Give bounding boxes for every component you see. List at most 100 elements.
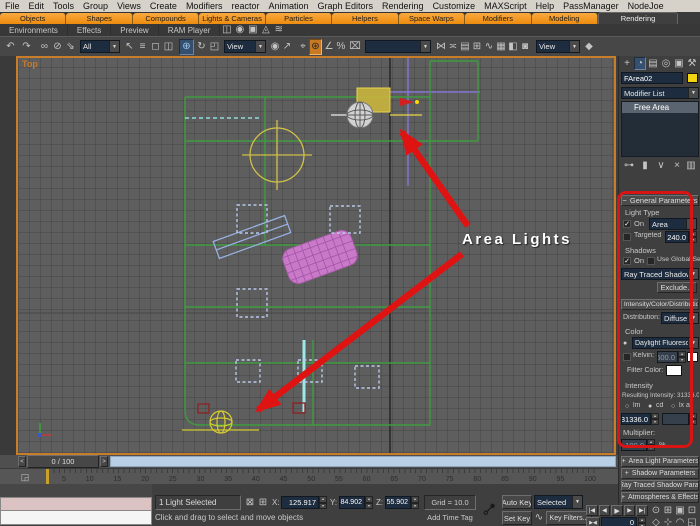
- key-filters-curve-icon[interactable]: ∿: [534, 511, 544, 525]
- z-coordinate-field[interactable]: 55.902: [385, 496, 411, 509]
- lx-distance-spinner[interactable]: ▴ ▾: [689, 413, 697, 425]
- kelvin-spinner[interactable]: ▴ ▾: [678, 351, 686, 363]
- dropdown-arrow-icon[interactable]: ▼: [255, 41, 265, 52]
- use-pivot-center-icon[interactable]: ◉: [269, 39, 281, 54]
- show-end-result-icon[interactable]: ▮: [639, 160, 651, 172]
- tab-hierarchy-icon[interactable]: ▤: [647, 57, 659, 70]
- go-to-start-button[interactable]: |◀: [586, 505, 598, 516]
- targeted-spinner[interactable]: ▴ ▾: [689, 231, 697, 243]
- keyboard-shortcut-override-icon[interactable]: ⌧: [349, 39, 361, 54]
- render-last-icon[interactable]: ◉: [233, 24, 246, 36]
- light-on-checkbox[interactable]: ✓: [623, 220, 631, 228]
- dashed-furniture-squares[interactable]: [235, 204, 380, 389]
- frame-spinner[interactable]: ▴ ▾: [638, 517, 646, 526]
- menu-item[interactable]: Customize: [433, 1, 476, 11]
- rectangular-selection-region-icon[interactable]: ◻: [149, 39, 162, 54]
- render-view-dropdown[interactable]: View ▼: [536, 40, 580, 53]
- rollout-shadow-parameters[interactable]: + Shadow Parameters: [621, 468, 699, 479]
- render-scene-icon[interactable]: ◫: [220, 24, 233, 36]
- dropdown-arrow-icon[interactable]: ▼: [688, 88, 698, 98]
- shelf-tab[interactable]: Lights & Cameras: [199, 13, 266, 24]
- lx-distance-field[interactable]: [662, 413, 689, 425]
- dropdown-arrow-icon[interactable]: ▼: [109, 41, 119, 52]
- go-to-end-button[interactable]: ▶|: [636, 505, 648, 516]
- reference-coordinate-dropdown[interactable]: View ▼: [224, 40, 266, 53]
- rollout-intensity-color-distribution[interactable]: − Intensity/Color/Distribution: [621, 299, 699, 310]
- redo-icon[interactable]: ↷: [19, 39, 34, 54]
- menu-item[interactable]: Edit: [29, 1, 45, 11]
- select-and-rotate-icon[interactable]: ↻: [195, 39, 208, 54]
- x-coordinate-field[interactable]: 125.917: [281, 496, 319, 509]
- layer-manager-icon[interactable]: ▤: [459, 39, 471, 54]
- targeted-distance-field[interactable]: 240.0: [665, 231, 689, 243]
- snap-magnet-icon[interactable]: ⊛: [309, 39, 322, 55]
- shelf-button[interactable]: Preview: [111, 24, 159, 36]
- align-icon[interactable]: ≍: [447, 39, 459, 54]
- exclude-button[interactable]: Exclude...: [657, 282, 697, 293]
- stack-item-free-area[interactable]: Free Area: [622, 102, 698, 113]
- menu-item[interactable]: File: [5, 1, 20, 11]
- multiplier-spinner[interactable]: ▴ ▾: [647, 439, 655, 451]
- modifier-stack[interactable]: Free Area: [621, 101, 699, 157]
- zoom-all-icon[interactable]: ⊞: [662, 505, 674, 516]
- dropdown-arrow-icon[interactable]: ▼: [688, 338, 698, 348]
- shelf-tab[interactable]: Particles: [265, 13, 333, 24]
- menu-item[interactable]: PassManager: [563, 1, 619, 11]
- shelf-tab[interactable]: Objects: [0, 13, 67, 24]
- mini-curve-editor-icon[interactable]: ◲: [19, 471, 31, 483]
- blue-wireframe-object[interactable]: [212, 214, 292, 260]
- menu-item[interactable]: MAXScript: [484, 1, 527, 11]
- show-safe-frame-icon[interactable]: ▣: [246, 24, 259, 36]
- render-elements-icon[interactable]: ≋: [272, 24, 285, 36]
- next-frame-button[interactable]: ▶: [623, 505, 636, 516]
- y-spinner[interactable]: ▴ ▾: [365, 496, 373, 509]
- render-setup-icon[interactable]: ◆: [583, 39, 595, 54]
- tab-create-icon[interactable]: +: [621, 57, 633, 70]
- bind-to-spacewarp-icon[interactable]: ⇘: [64, 39, 77, 54]
- rollout-general-parameters[interactable]: − General Parameters: [621, 195, 699, 206]
- x-spinner[interactable]: ▴ ▾: [319, 496, 327, 509]
- select-by-name-icon[interactable]: ≡: [136, 39, 149, 54]
- shelf-tab[interactable]: Helpers: [332, 13, 399, 24]
- set-key-button[interactable]: Set Key: [502, 511, 532, 525]
- menu-item[interactable]: reactor: [231, 1, 259, 11]
- shelf-tab[interactable]: Shapes: [66, 13, 133, 24]
- intensity-spinner[interactable]: ▴ ▾: [651, 413, 659, 425]
- z-spinner[interactable]: ▴ ▾: [411, 496, 419, 509]
- area-light-sphere-bottom[interactable]: [182, 410, 259, 434]
- angle-snap-icon[interactable]: ∠: [323, 39, 335, 54]
- zoom-extents-all-icon[interactable]: ⊡: [686, 505, 698, 516]
- field-of-view-icon[interactable]: ◇: [650, 517, 662, 526]
- menu-item[interactable]: Help: [536, 1, 555, 11]
- tab-motion-icon[interactable]: ◎: [660, 57, 672, 70]
- shelf-tab[interactable]: Modifiers: [465, 13, 532, 24]
- frame-back-button[interactable]: <: [18, 456, 26, 467]
- current-frame-marker[interactable]: [46, 469, 49, 484]
- tab-utilities-icon[interactable]: ⚒: [686, 57, 698, 70]
- rollout-ray-traced-shadow-params[interactable]: +Ray Traced Shadow Params: [621, 480, 699, 491]
- track-bar[interactable]: ◲ 5 10 15 20 25 30 35 40 45 50 55 60 65 70 75 80 85 90 95 1…: [0, 468, 618, 484]
- dropdown-arrow-icon[interactable]: ▼: [569, 41, 579, 52]
- use-global-checkbox[interactable]: [647, 257, 655, 265]
- unit-lm-radio[interactable]: ○: [625, 403, 629, 410]
- undo-icon[interactable]: ↶: [3, 39, 18, 54]
- select-and-move-icon[interactable]: ⊕: [179, 39, 194, 55]
- percent-snap-icon[interactable]: %: [335, 39, 347, 54]
- selection-lock-icon[interactable]: ⊠: [244, 496, 256, 509]
- window-crossing-icon[interactable]: ◫: [162, 39, 175, 54]
- kelvin-field[interactable]: 3600.0: [657, 351, 678, 363]
- shelf-button[interactable]: Environments: [0, 24, 68, 36]
- omni-light-helper[interactable]: [242, 120, 312, 190]
- extras-icon[interactable]: ◧: [507, 39, 519, 54]
- curve-editor-icon[interactable]: ∿: [483, 39, 495, 54]
- previous-frame-button[interactable]: ◀: [598, 505, 611, 516]
- maxscript-listener-white[interactable]: [0, 511, 152, 525]
- menu-item[interactable]: NodeJoe: [628, 1, 664, 11]
- dropdown-arrow-icon[interactable]: ▼: [420, 41, 430, 52]
- absolute-mode-icon[interactable]: ⊞: [257, 496, 269, 509]
- graphite-icon[interactable]: ⊞: [471, 39, 483, 54]
- menu-item[interactable]: Rendering: [382, 1, 424, 11]
- menu-item[interactable]: Graph Editors: [318, 1, 374, 11]
- menu-item[interactable]: Modifiers: [186, 1, 223, 11]
- select-link-icon[interactable]: ∞: [38, 39, 51, 54]
